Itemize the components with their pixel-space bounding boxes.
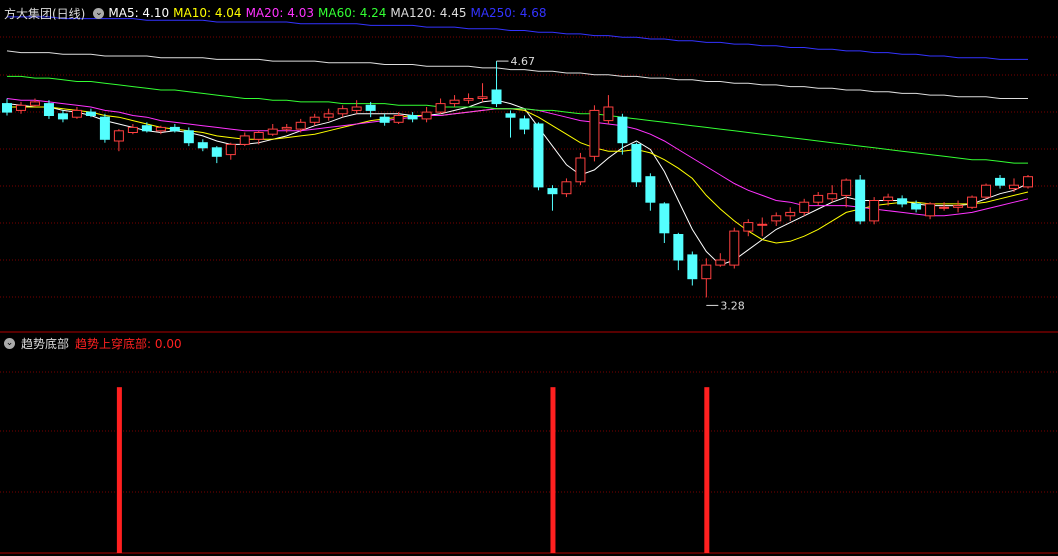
candle-body <box>687 254 698 280</box>
candle-body <box>421 111 432 120</box>
stock-name: 方大集团(日线) <box>4 6 86 21</box>
candle-body <box>43 103 54 116</box>
ma60-label: MA60: 4.24 <box>318 6 387 20</box>
candle-body <box>855 179 866 222</box>
candle-body <box>841 179 852 196</box>
candle-body <box>211 147 222 157</box>
candle-body <box>575 157 586 183</box>
candle-body <box>785 211 796 217</box>
ma10-label: MA10: 4.04 <box>173 6 242 20</box>
candle-body <box>323 113 334 118</box>
candle-body <box>127 126 138 134</box>
candle-body <box>869 200 880 222</box>
candle-body <box>29 101 40 106</box>
candle-body <box>981 184 992 198</box>
candle-body <box>491 89 502 105</box>
candle-body <box>57 113 68 120</box>
candle-body <box>239 135 250 145</box>
candle-body <box>715 259 726 266</box>
candle-body <box>547 188 558 195</box>
signal-bar <box>550 387 556 553</box>
candle-body <box>953 205 964 208</box>
candle-body <box>883 196 894 202</box>
candle-body <box>477 96 488 100</box>
settings-dropdown-icon[interactable]: ⌄ <box>93 7 105 19</box>
candle-body <box>449 99 460 105</box>
candle-body <box>295 121 306 130</box>
candle-body <box>659 203 670 234</box>
candle-body <box>631 143 642 183</box>
candle-body <box>743 222 754 232</box>
indicator-legend: ⌄ 趋势底部 趋势上穿底部: 0.00 <box>4 335 182 351</box>
candle-body <box>379 116 390 123</box>
candle-body <box>757 223 768 226</box>
ma-line-ma60 <box>7 75 1028 164</box>
candle-body <box>393 115 404 123</box>
ma120-label: MA120: 4.45 <box>390 6 467 20</box>
high-price-label: 4.67 <box>511 55 535 68</box>
ma-line-ma5 <box>6 99 1029 266</box>
candle-body <box>463 98 474 101</box>
candle-body <box>253 132 264 140</box>
candle-body <box>603 106 614 122</box>
candle-body <box>995 177 1006 186</box>
candle-body <box>729 230 740 266</box>
low-price-label: 3.28 <box>720 299 745 312</box>
candle-body <box>673 234 684 261</box>
candle-body <box>827 193 838 200</box>
candle-body <box>1023 176 1033 188</box>
candle-body <box>589 109 600 157</box>
candle-body <box>533 123 544 188</box>
candle-body <box>813 194 824 203</box>
signal-bar <box>704 387 710 553</box>
ma-line-ma20 <box>6 98 1029 217</box>
candle-body <box>407 115 418 120</box>
candle-body <box>141 125 152 132</box>
candle-body <box>435 103 446 113</box>
ma-line-ma250 <box>7 16 1028 60</box>
ma20-label: MA20: 4.03 <box>245 6 314 20</box>
candle-body <box>267 128 278 135</box>
indicator-value: 趋势上穿底部: 0.00 <box>75 336 182 351</box>
candle-body <box>967 196 978 208</box>
ma250-label: MA250: 4.68 <box>470 6 547 20</box>
candle-body <box>309 116 320 123</box>
candle-body <box>1009 184 1020 190</box>
signal-bar <box>116 387 122 553</box>
candle-body <box>799 201 810 213</box>
candle-body <box>519 118 530 130</box>
candle-body <box>617 116 628 144</box>
candle-body <box>71 109 82 118</box>
candle-body <box>939 206 950 209</box>
candle-body <box>169 126 180 132</box>
candle-body <box>897 198 908 205</box>
candle-body <box>15 104 26 111</box>
candle-body <box>85 111 96 116</box>
indicator-dropdown-icon[interactable]: ⌄ <box>4 337 15 349</box>
ma5-label: MA5: 4.10 <box>108 6 170 20</box>
main-legend: 方大集团(日线) ⌄ MA5: 4.10 MA10: 4.04 MA20: 4.… <box>4 4 551 22</box>
candle-body <box>183 130 194 144</box>
candle-body <box>911 203 922 210</box>
candle-body <box>281 126 292 130</box>
candle-body <box>365 104 376 111</box>
candle-body <box>701 264 712 280</box>
candle-body <box>113 130 124 142</box>
kline-chart[interactable]: 4.67 3.28 <box>0 0 1058 556</box>
candle-body <box>2 103 12 113</box>
candle-body <box>155 126 166 132</box>
candle-body <box>771 215 782 222</box>
candle-body <box>99 116 110 140</box>
candle-body <box>645 176 656 203</box>
candle-body <box>337 108 348 115</box>
candle-body <box>225 143 236 156</box>
candle-body <box>505 113 516 118</box>
candle-body <box>925 203 936 217</box>
indicator-name: 趋势底部 <box>21 336 70 351</box>
candle-body <box>197 142 208 149</box>
candle-body <box>561 181 572 195</box>
candle-body <box>351 106 362 111</box>
